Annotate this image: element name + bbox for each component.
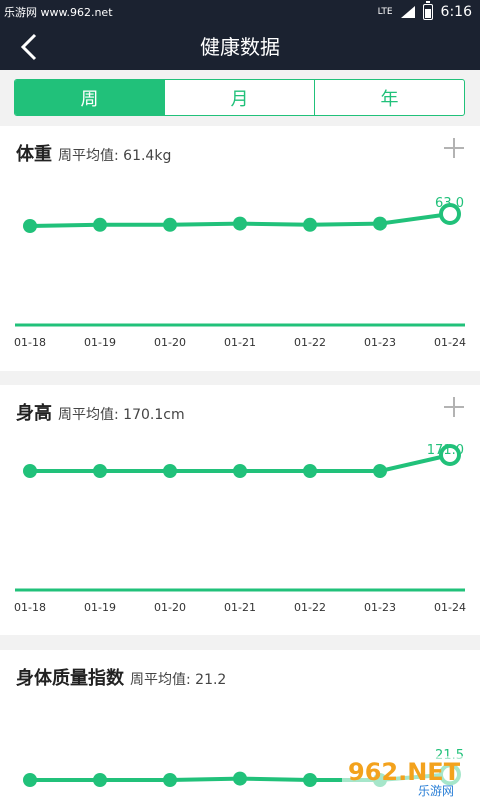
x-tick-label: 01-22 xyxy=(294,601,326,614)
weight-chart xyxy=(15,203,465,327)
x-tick-label: 01-18 xyxy=(14,336,46,349)
data-point[interactable] xyxy=(163,773,177,787)
watermark-logo-subtext: 乐游网 xyxy=(418,784,454,798)
clock: 6:16 xyxy=(440,4,472,20)
watermark-logo-text: 962.NET xyxy=(348,758,461,786)
battery-icon xyxy=(422,1,433,20)
data-point[interactable] xyxy=(93,464,107,478)
watermark-text: 乐游网 www.962.net xyxy=(4,6,113,19)
data-point[interactable] xyxy=(163,464,177,478)
signal-icon xyxy=(400,6,415,18)
period-tabs: 周 月 年 xyxy=(14,79,465,116)
data-point[interactable] xyxy=(233,216,247,231)
data-point[interactable] xyxy=(93,773,107,787)
status-bar: 乐游网 www.962.net LTE 6:16 xyxy=(0,0,480,24)
data-point[interactable] xyxy=(93,217,107,232)
data-point[interactable] xyxy=(373,216,387,231)
data-point[interactable] xyxy=(303,464,317,478)
x-tick-label: 01-23 xyxy=(364,601,396,614)
data-point[interactable] xyxy=(303,773,317,787)
data-point[interactable] xyxy=(373,464,387,478)
x-tick-label: 01-22 xyxy=(294,336,326,349)
status-icons: LTE 6:16 xyxy=(377,1,472,22)
data-point[interactable] xyxy=(233,464,247,478)
x-tick-label: 01-21 xyxy=(224,336,256,349)
height-card: 身高 周平均值: 170.1cm 171.0 01-18 01-19 01-20 01-… xyxy=(0,385,480,635)
tab-week[interactable]: 周 xyxy=(15,80,164,115)
data-point[interactable] xyxy=(233,771,247,786)
lte-icon: LTE xyxy=(377,6,393,17)
x-tick-label: 01-24 xyxy=(434,601,466,614)
x-tick-label: 01-20 xyxy=(154,601,186,614)
x-tick-label: 01-24 xyxy=(434,336,466,349)
weight-card: 体重 周平均值: 61.4kg 63.0 01-18 01-19 01-20 01-21… xyxy=(0,126,480,371)
height-chart xyxy=(15,444,465,592)
x-tick-label: 01-21 xyxy=(224,601,256,614)
data-point[interactable] xyxy=(23,773,37,787)
x-tick-label: 01-19 xyxy=(84,601,116,614)
app-bar: 健康数据 xyxy=(0,24,480,70)
x-tick-label: 01-23 xyxy=(364,336,396,349)
last-value-label: 171.0 xyxy=(426,443,464,458)
tab-month[interactable]: 月 xyxy=(164,80,314,115)
data-point[interactable] xyxy=(23,219,37,233)
page-title: 健康数据 xyxy=(200,35,280,59)
data-point[interactable] xyxy=(163,217,177,232)
data-point[interactable] xyxy=(23,464,37,478)
x-tick-label: 01-19 xyxy=(84,336,116,349)
x-tick-label: 01-20 xyxy=(154,336,186,349)
data-point[interactable] xyxy=(303,217,317,232)
tab-year[interactable]: 年 xyxy=(314,80,464,115)
last-value-label: 63.0 xyxy=(435,196,464,211)
watermark-logo: 962.NET 乐游网 xyxy=(342,756,478,798)
x-tick-label: 01-18 xyxy=(14,601,46,614)
